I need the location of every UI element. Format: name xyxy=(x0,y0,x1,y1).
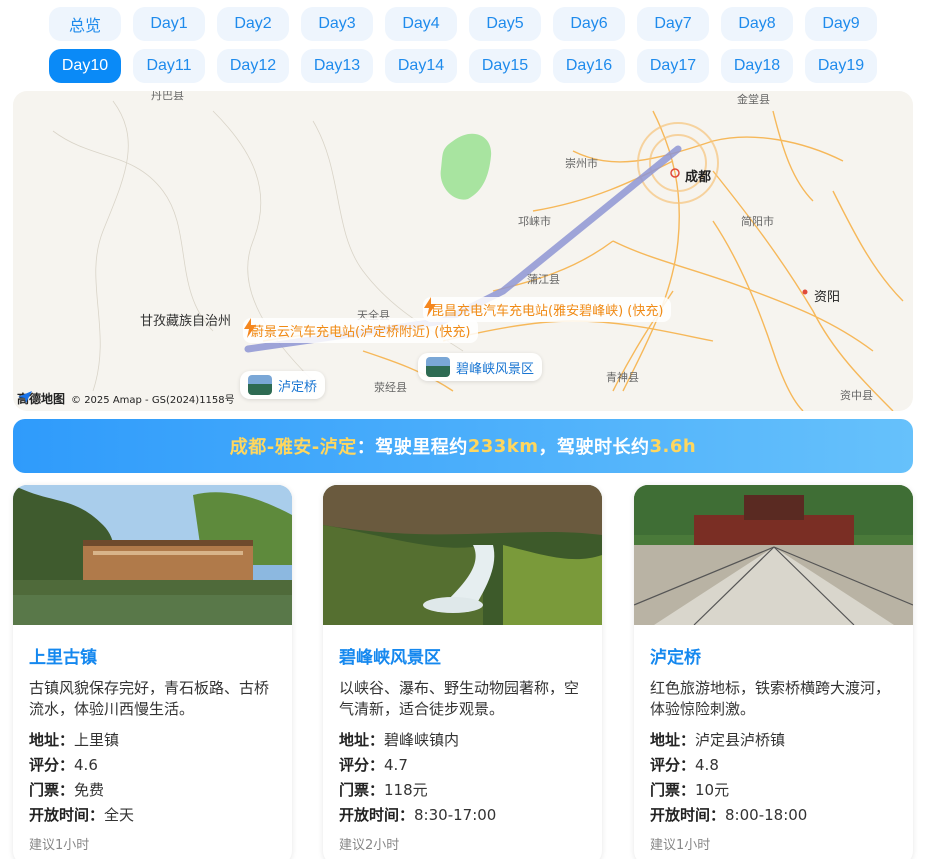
tab-day11[interactable]: Day11 xyxy=(133,49,205,83)
tab-day10[interactable]: Day10 xyxy=(49,49,121,83)
tab-day6[interactable]: Day6 xyxy=(553,7,625,41)
tab-row-1: 总览 Day1 Day2 Day3 Day4 Day5 Day6 Day7 Da… xyxy=(49,7,877,41)
summary-route: 成都-雅安-泸定 xyxy=(229,437,357,458)
card-description: 红色旅游地标，铁索桥横跨大渡河，体验惊险刺激。 xyxy=(650,679,891,718)
card-hours: 开放时间：8:00-18:00 xyxy=(650,806,808,824)
card-body: 泸定桥 红色旅游地标，铁索桥横跨大渡河，体验惊险刺激。 地址：泸定县泸桥镇 评分… xyxy=(634,625,913,853)
label-chengdu: 成都 xyxy=(685,170,712,185)
label-yingjing: 荥经县 xyxy=(374,381,407,394)
card-description: 以峡谷、瀑布、野生动物园著称，空气清新，适合徒步观景。 xyxy=(339,679,580,718)
card-title: 上里古镇 xyxy=(29,648,97,668)
route-map[interactable]: 丹巴县 金堂县 崇州市 成都 邛崃市 简阳市 蒲江县 资阳 甘孜藏族自治州 天全… xyxy=(13,91,913,411)
poi-thumbnail xyxy=(248,375,272,395)
label-chongzhou: 崇州市 xyxy=(565,157,598,170)
attraction-photo xyxy=(13,485,292,625)
attraction-photo xyxy=(634,485,913,625)
tab-day8[interactable]: Day8 xyxy=(721,7,793,41)
label-jintang: 金堂县 xyxy=(737,93,770,106)
tab-day7[interactable]: Day7 xyxy=(637,7,709,41)
card-address: 地址：泸定县泸桥镇 xyxy=(650,731,786,749)
tab-day4[interactable]: Day4 xyxy=(385,7,457,41)
poi-thumbnail xyxy=(426,357,450,377)
card-address: 地址：上里镇 xyxy=(29,731,120,749)
tab-day3[interactable]: Day3 xyxy=(301,7,373,41)
charge-station-luding[interactable]: 蔚景云汽车充电站(泸定桥附近) (快充) xyxy=(243,318,479,343)
tab-day15[interactable]: Day15 xyxy=(469,49,541,83)
tab-day19[interactable]: Day19 xyxy=(805,49,877,83)
tab-day14[interactable]: Day14 xyxy=(385,49,457,83)
tab-day18[interactable]: Day18 xyxy=(721,49,793,83)
tab-day12[interactable]: Day12 xyxy=(217,49,289,83)
card-rating: 评分：4.7 xyxy=(339,756,408,774)
summary-text-distance: ：驾驶里程约 xyxy=(356,437,468,458)
map-copyright: © 2025 Amap - GS(2024)1158号 xyxy=(71,395,235,406)
label-qionglai: 邛崃市 xyxy=(518,215,551,228)
summary-text-duration: ，驾驶时长约 xyxy=(538,437,650,458)
card-suggested-duration: 建议1小时 xyxy=(650,838,711,853)
tab-day17[interactable]: Day17 xyxy=(637,49,709,83)
card-address: 地址：碧峰峡镇内 xyxy=(339,731,460,749)
tab-day2[interactable]: Day2 xyxy=(217,7,289,41)
label-zizhong: 资中县 xyxy=(840,389,873,402)
card-rating: 评分：4.8 xyxy=(650,756,719,774)
summary-duration: 3.6h xyxy=(649,435,697,457)
card-suggested-duration: 建议2小时 xyxy=(339,838,400,853)
card-hours: 开放时间：8:30-17:00 xyxy=(339,806,497,824)
amap-logo-icon xyxy=(18,391,32,403)
label-ziyang: 资阳 xyxy=(814,290,841,305)
card-body: 碧峰峡风景区 以峡谷、瀑布、野生动物园著称，空气清新，适合徒步观景。 地址：碧峰… xyxy=(323,625,602,853)
lightning-icon xyxy=(424,297,436,317)
card-suggested-duration: 建议1小时 xyxy=(29,838,90,853)
attraction-card-ludingqiao[interactable]: 泸定桥 红色旅游地标，铁索桥横跨大渡河，体验惊险刺激。 地址：泸定县泸桥镇 评分… xyxy=(634,485,913,859)
tab-day9[interactable]: Day9 xyxy=(805,7,877,41)
label-danba: 丹巴县 xyxy=(151,91,184,102)
attraction-photo xyxy=(323,485,602,625)
label-qingshen: 青神县 xyxy=(606,371,639,384)
card-title: 泸定桥 xyxy=(650,648,701,668)
card-ticket: 门票：免费 xyxy=(29,781,105,799)
tab-day5[interactable]: Day5 xyxy=(469,7,541,41)
tab-day16[interactable]: Day16 xyxy=(553,49,625,83)
tab-overview[interactable]: 总览 xyxy=(49,7,121,41)
green-area xyxy=(440,133,492,200)
charge-station-luding-label: 蔚景云汽车充电站(泸定桥附近) (快充) xyxy=(251,325,471,340)
card-ticket: 门票：10元 xyxy=(650,781,730,799)
tab-row-2: Day10 Day11 Day12 Day13 Day14 Day15 Day1… xyxy=(49,49,877,83)
poi-bifengxia[interactable]: 碧峰峡风景区 xyxy=(418,353,543,381)
card-hours: 开放时间：全天 xyxy=(29,806,135,824)
map-attribution: 高德地图 © 2025 Amap - GS(2024)1158号 xyxy=(17,390,235,407)
tab-day1[interactable]: Day1 xyxy=(133,7,205,41)
card-description: 古镇风貌保存完好，青石板路、古桥流水，体验川西慢生活。 xyxy=(29,679,270,718)
poi-ludingqiao[interactable]: 泸定桥 xyxy=(240,371,326,399)
card-ticket: 门票：118元 xyxy=(339,781,428,799)
label-pujiang: 蒲江县 xyxy=(527,273,560,286)
card-title: 碧峰峡风景区 xyxy=(339,648,441,668)
label-ganzi: 甘孜藏族自治州 xyxy=(140,314,232,329)
lightning-icon xyxy=(244,318,256,338)
card-rating: 评分：4.6 xyxy=(29,756,98,774)
charge-station-yaan-label: 昆昌充电汽车充电站(雅安碧峰峡) (快充) xyxy=(431,304,664,319)
attraction-card-shangli[interactable]: 上里古镇 古镇风貌保存完好，青石板路、古桥流水，体验川西慢生活。 地址：上里镇 … xyxy=(13,485,292,859)
label-jianyang: 简阳市 xyxy=(741,215,774,228)
card-body: 上里古镇 古镇风貌保存完好，青石板路、古桥流水，体验川西慢生活。 地址：上里镇 … xyxy=(13,625,292,853)
tab-day13[interactable]: Day13 xyxy=(301,49,373,83)
attraction-card-bifengxia[interactable]: 碧峰峡风景区 以峡谷、瀑布、野生动物园著称，空气清新，适合徒步观景。 地址：碧峰… xyxy=(323,485,602,859)
poi-bifengxia-label: 碧峰峡风景区 xyxy=(456,361,535,377)
poi-ludingqiao-label: 泸定桥 xyxy=(278,379,318,395)
route-summary-banner: 成都-雅安-泸定 ：驾驶里程约 233km ，驾驶时长约 3.6h xyxy=(13,419,913,473)
summary-distance: 233km xyxy=(467,435,539,457)
